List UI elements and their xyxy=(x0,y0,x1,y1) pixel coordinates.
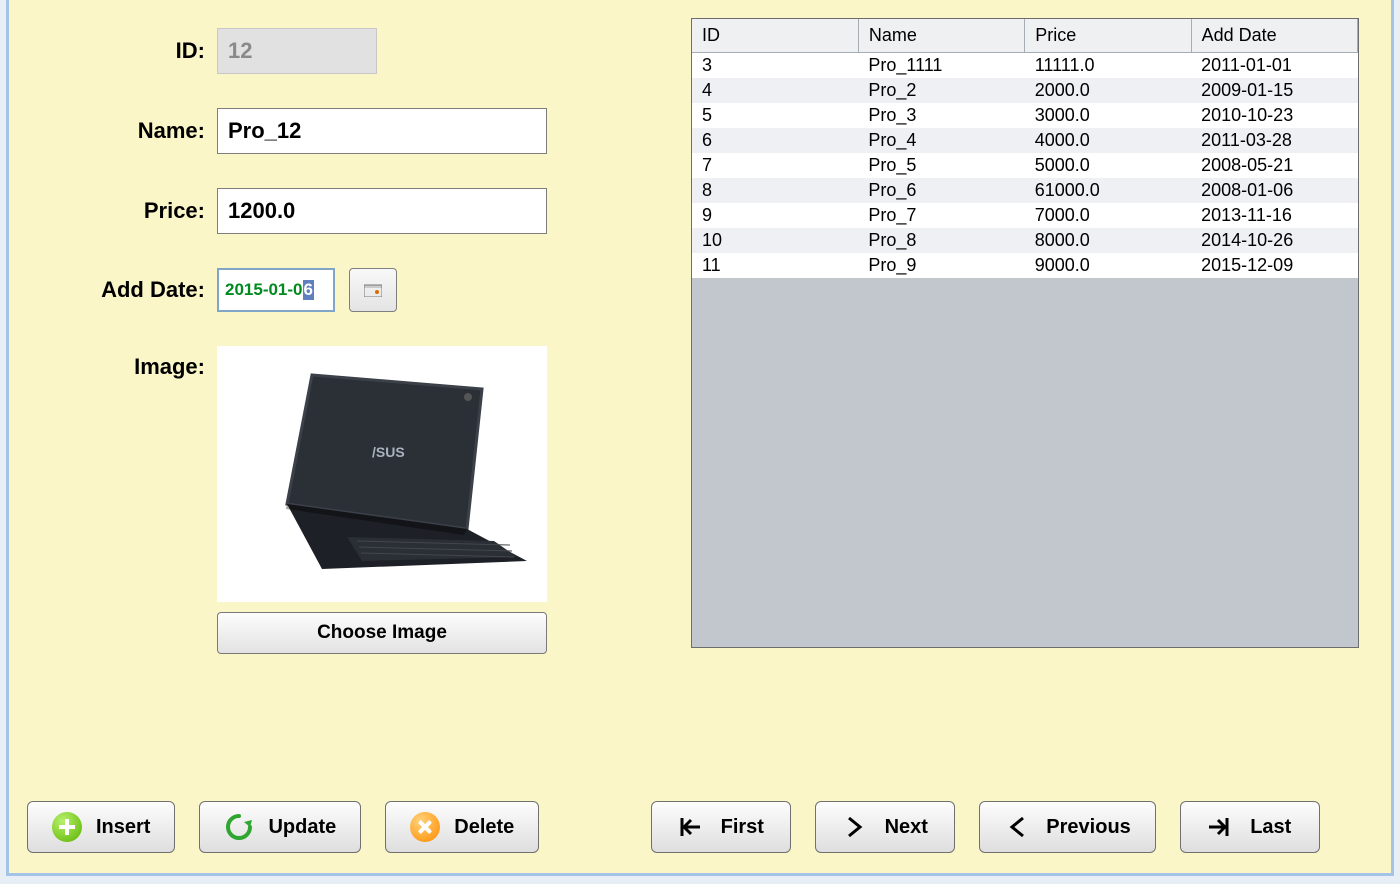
choose-image-button[interactable]: Choose Image xyxy=(217,612,547,654)
table-cell: 2010-10-23 xyxy=(1191,103,1357,128)
image-label: Image: xyxy=(27,346,217,380)
first-button-label: First xyxy=(718,816,766,839)
calendar-icon xyxy=(364,283,382,297)
table-cell: 2009-01-15 xyxy=(1191,78,1357,103)
table-cell: Pro_4 xyxy=(858,128,1024,153)
next-button[interactable]: Next xyxy=(815,801,955,853)
table-row[interactable]: 5Pro_33000.02010-10-23 xyxy=(692,103,1358,128)
column-header[interactable]: Add Date xyxy=(1191,19,1357,53)
insert-button-label: Insert xyxy=(96,816,150,839)
table-cell: 7000.0 xyxy=(1025,203,1191,228)
table-row[interactable]: 11Pro_99000.02015-12-09 xyxy=(692,253,1358,278)
add-date-field[interactable]: 2015-01-06 xyxy=(217,268,335,312)
table-cell: 4 xyxy=(692,78,858,103)
svg-text:/SUS: /SUS xyxy=(372,444,405,460)
refresh-icon xyxy=(224,812,254,842)
update-button-label: Update xyxy=(268,816,336,839)
button-row: Insert Update Delete First xyxy=(27,799,1373,855)
column-header[interactable]: Name xyxy=(858,19,1024,53)
table-cell: 2013-11-16 xyxy=(1191,203,1357,228)
table-cell: 4000.0 xyxy=(1025,128,1191,153)
table-row[interactable]: 4Pro_22000.02009-01-15 xyxy=(692,78,1358,103)
delete-button[interactable]: Delete xyxy=(385,801,539,853)
insert-button[interactable]: Insert xyxy=(27,801,175,853)
previous-button-label: Previous xyxy=(1046,816,1130,839)
column-header[interactable]: ID xyxy=(692,19,858,53)
x-icon xyxy=(410,812,440,842)
name-field[interactable] xyxy=(217,108,547,154)
table-cell: 5000.0 xyxy=(1025,153,1191,178)
table-cell: 2014-10-26 xyxy=(1191,228,1357,253)
table-cell: 6 xyxy=(692,128,858,153)
product-image: /SUS xyxy=(217,346,547,602)
table-row[interactable]: 3Pro_111111111.02011-01-01 xyxy=(692,53,1358,79)
table-cell: 11 xyxy=(692,253,858,278)
previous-icon xyxy=(1004,813,1032,841)
table-cell: 2015-12-09 xyxy=(1191,253,1357,278)
first-icon xyxy=(676,813,704,841)
name-label: Name: xyxy=(27,118,217,144)
add-date-value-prefix: 2015-01-0 xyxy=(225,280,303,300)
last-icon xyxy=(1205,813,1233,841)
first-button[interactable]: First xyxy=(651,801,791,853)
table-row[interactable]: 7Pro_55000.02008-05-21 xyxy=(692,153,1358,178)
table-cell: 2011-03-28 xyxy=(1191,128,1357,153)
table-row[interactable]: 10Pro_88000.02014-10-26 xyxy=(692,228,1358,253)
table-cell: 2011-01-01 xyxy=(1191,53,1357,79)
price-field[interactable] xyxy=(217,188,547,234)
table-cell: Pro_9 xyxy=(858,253,1024,278)
product-table[interactable]: IDNamePriceAdd Date 3Pro_111111111.02011… xyxy=(692,19,1358,278)
table-cell: 11111.0 xyxy=(1025,53,1191,79)
table-row[interactable]: 8Pro_661000.02008-01-06 xyxy=(692,178,1358,203)
previous-button[interactable]: Previous xyxy=(979,801,1155,853)
table-cell: Pro_6 xyxy=(858,178,1024,203)
table-cell: 5 xyxy=(692,103,858,128)
table-cell: 10 xyxy=(692,228,858,253)
table-cell: 9 xyxy=(692,203,858,228)
table-row[interactable]: 6Pro_44000.02011-03-28 xyxy=(692,128,1358,153)
table-pane[interactable]: IDNamePriceAdd Date 3Pro_111111111.02011… xyxy=(691,18,1359,648)
table-cell: Pro_7 xyxy=(858,203,1024,228)
last-button-label: Last xyxy=(1247,816,1295,839)
date-picker-button[interactable] xyxy=(349,268,397,312)
table-cell: 8000.0 xyxy=(1025,228,1191,253)
table-cell: 2000.0 xyxy=(1025,78,1191,103)
table-row[interactable]: 9Pro_77000.02013-11-16 xyxy=(692,203,1358,228)
main-window: ID: 12 Name: Price: Add Date: 2015-01-06 xyxy=(6,0,1394,876)
add-date-label: Add Date: xyxy=(27,277,217,303)
id-label: ID: xyxy=(27,38,217,64)
table-cell: 8 xyxy=(692,178,858,203)
table-cell: 3 xyxy=(692,53,858,79)
table-cell: Pro_3 xyxy=(858,103,1024,128)
table-cell: 3000.0 xyxy=(1025,103,1191,128)
last-button[interactable]: Last xyxy=(1180,801,1320,853)
next-icon xyxy=(840,813,868,841)
form-pane: ID: 12 Name: Price: Add Date: 2015-01-06 xyxy=(27,18,667,672)
next-button-label: Next xyxy=(882,816,930,839)
table-cell: Pro_8 xyxy=(858,228,1024,253)
table-cell: 7 xyxy=(692,153,858,178)
price-label: Price: xyxy=(27,198,217,224)
id-field: 12 xyxy=(217,28,377,74)
table-cell: Pro_5 xyxy=(858,153,1024,178)
table-cell: Pro_2 xyxy=(858,78,1024,103)
table-cell: 2008-05-21 xyxy=(1191,153,1357,178)
table-cell: 61000.0 xyxy=(1025,178,1191,203)
update-button[interactable]: Update xyxy=(199,801,361,853)
laptop-icon: /SUS xyxy=(232,359,532,589)
table-cell: Pro_1111 xyxy=(858,53,1024,79)
column-header[interactable]: Price xyxy=(1025,19,1191,53)
table-cell: 2008-01-06 xyxy=(1191,178,1357,203)
delete-button-label: Delete xyxy=(454,816,514,839)
plus-icon xyxy=(52,812,82,842)
add-date-selection: 6 xyxy=(303,280,314,300)
table-cell: 9000.0 xyxy=(1025,253,1191,278)
